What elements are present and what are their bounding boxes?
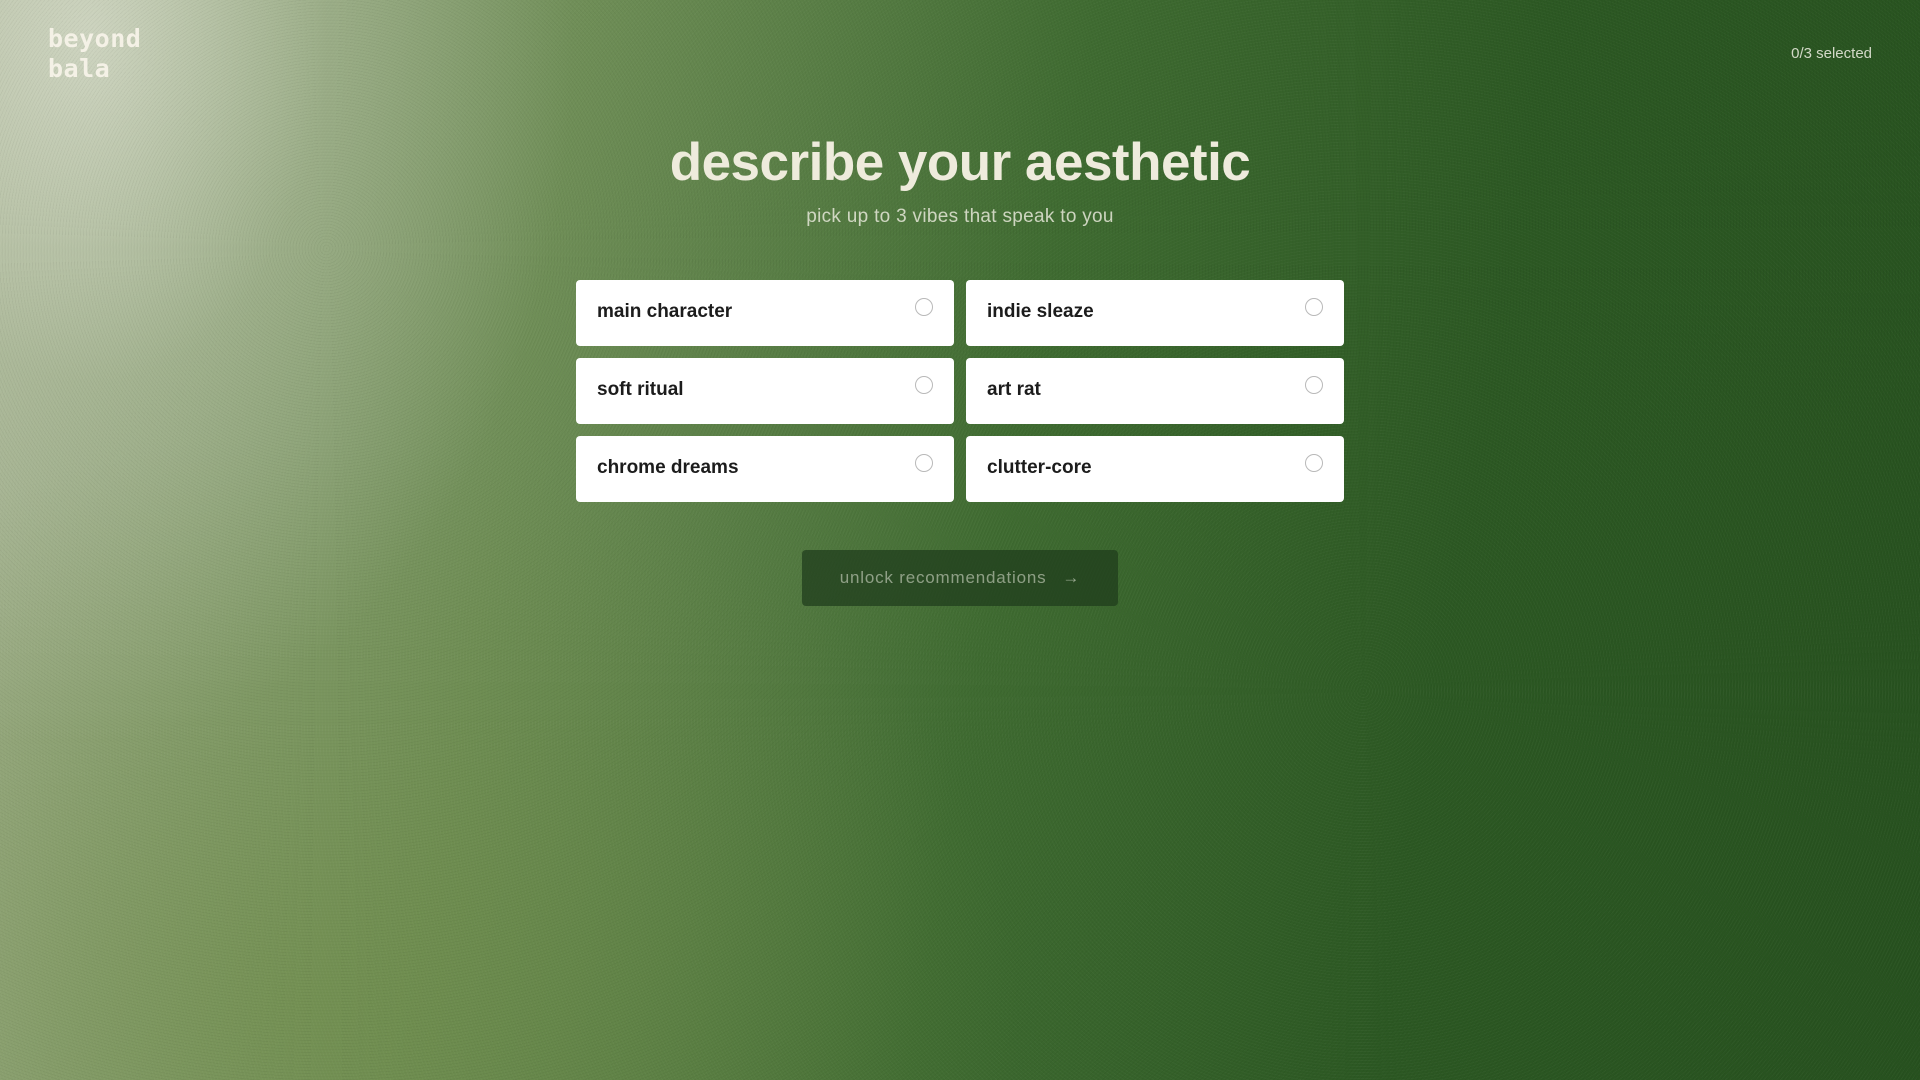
vibe-option-indie-sleaze[interactable]: indie sleaze [966, 280, 1344, 346]
unlock-recommendations-label: unlock recommendations [839, 568, 1047, 587]
vibe-option-label: chrome dreams [597, 457, 739, 478]
radio-circle-icon[interactable] [915, 376, 933, 394]
page-subtitle: pick up to 3 vibes that speak to you [806, 206, 1114, 227]
radio-circle-icon[interactable] [915, 298, 933, 316]
radio-circle-icon[interactable] [1305, 376, 1323, 394]
vibe-option-label: art rat [987, 379, 1041, 400]
vibe-option-main-character[interactable]: main character [576, 280, 954, 346]
vibe-option-chrome-dreams[interactable]: chrome dreams [576, 436, 954, 502]
vibe-option-soft-ritual[interactable]: soft ritual [576, 358, 954, 424]
radio-circle-icon[interactable] [1305, 454, 1323, 472]
brand-logo[interactable]: beyond bala [48, 24, 141, 84]
vibe-option-art-rat[interactable]: art rat [966, 358, 1344, 424]
brand-logo-line-2: bala [48, 54, 111, 83]
vibe-option-label: main character [597, 301, 733, 322]
radio-circle-icon[interactable] [915, 454, 933, 472]
selection-counter: 0/3 selected [1791, 45, 1872, 62]
unlock-recommendations-button[interactable]: unlock recommendations → [802, 550, 1118, 606]
arrow-right-icon: → [1062, 568, 1081, 587]
vibe-option-label: soft ritual [597, 379, 684, 400]
radio-circle-icon[interactable] [1305, 298, 1323, 316]
vibe-option-label: clutter-core [987, 457, 1092, 478]
vibe-option-label: indie sleaze [987, 301, 1094, 322]
page-title: describe your aesthetic [669, 133, 1251, 192]
vibe-options-grid: main character indie sleaze soft ritual … [576, 280, 1344, 502]
brand-logo-line-1: beyond [48, 24, 142, 53]
vibe-option-clutter-core[interactable]: clutter-core [966, 436, 1344, 502]
